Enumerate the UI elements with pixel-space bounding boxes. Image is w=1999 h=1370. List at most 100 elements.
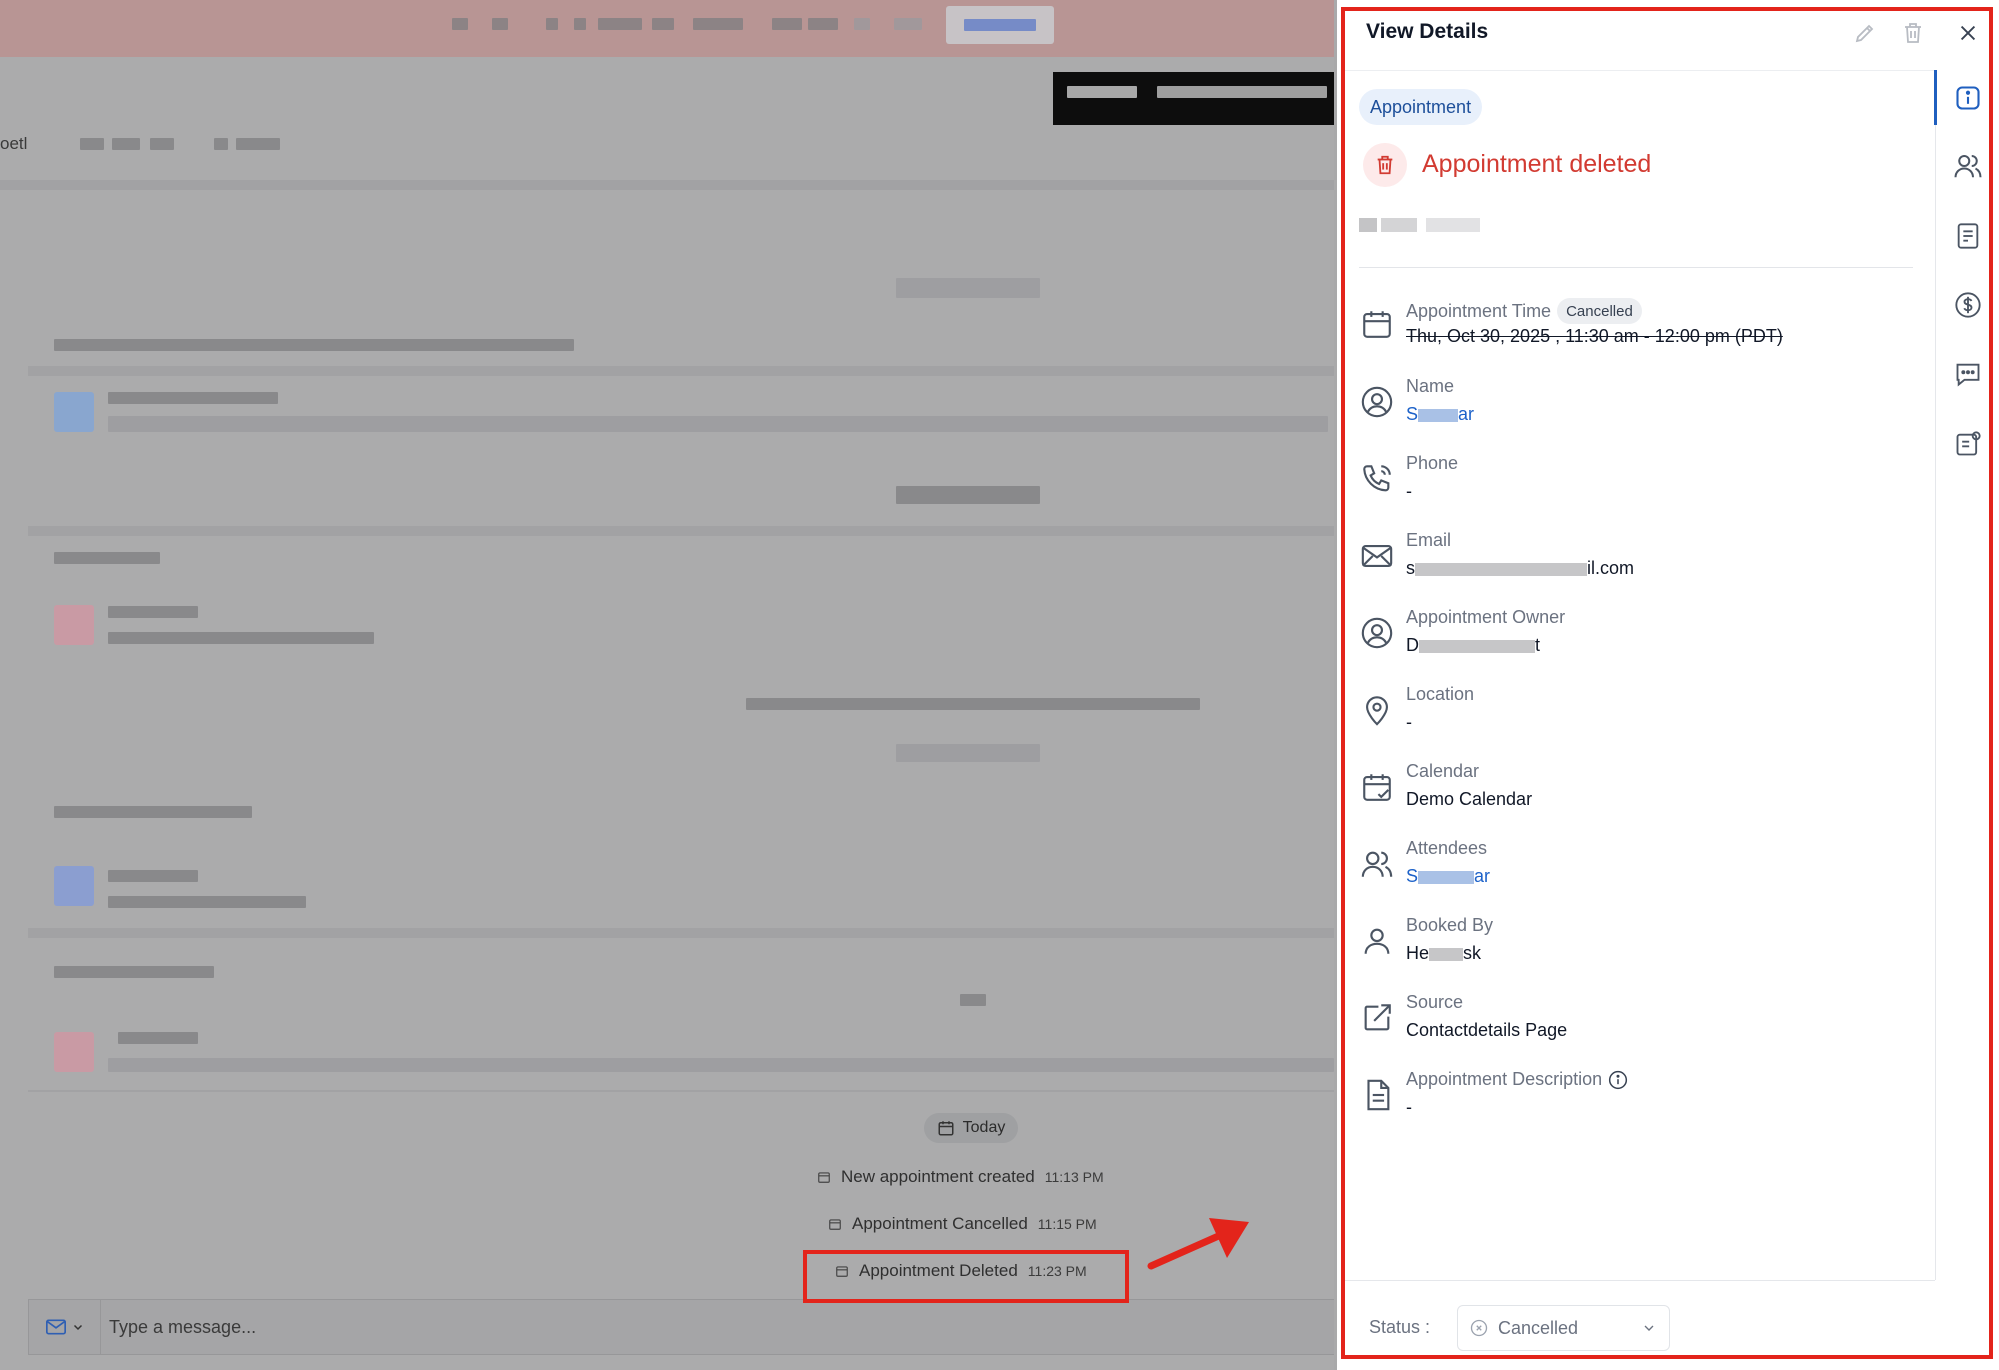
event-time: 11:15 PM [1037,1216,1097,1232]
event-label: Appointment Cancelled [852,1214,1028,1233]
field-location: Location - [1359,684,1919,748]
panel-title: View Details [1366,20,1489,43]
value-prefix: s [1406,558,1415,578]
external-link-icon [1364,1004,1391,1031]
field-label: Appointment Time [1406,300,1552,321]
calendar-icon [818,1172,830,1183]
value-suffix: sk [1463,943,1482,963]
value-suffix: il.com [1587,558,1635,578]
message-composer: Type a message... [28,1299,1334,1355]
activity-event[interactable]: New appointment created 11:13 PM [817,1167,1104,1187]
field-value: - [1406,481,1412,501]
field-description: Appointment Description - [1359,1069,1919,1133]
field-label: Appointment Description [1406,1069,1603,1089]
redacted-text [1381,218,1417,232]
avatar [54,392,94,432]
highlight-box [803,1250,1129,1303]
field-label: Location [1406,684,1475,704]
rail-tab-contacts[interactable] [1952,150,1984,182]
field-email: Email s il.com [1359,530,1919,594]
close-icon [1960,25,1976,41]
pencil-icon [1855,24,1874,43]
chat-icon [1956,363,1980,387]
users-icon [1361,851,1393,877]
deleted-status-icon [1363,143,1407,187]
phone-icon [1363,465,1391,492]
conversation-area: oetl Today New appointment created 11:13… [0,0,1334,1370]
side-rail-divider [1935,70,1936,1280]
document-icon [1367,1079,1390,1111]
value-suffix: ar [1474,866,1491,886]
close-button[interactable] [1953,18,1983,48]
field-label: Source [1406,992,1464,1012]
rail-tab-conversations[interactable] [1952,358,1984,390]
value-suffix: t [1535,635,1541,655]
calendar-check-icon [1363,774,1391,801]
message-input[interactable]: Type a message... [101,1317,256,1338]
rail-tab-details[interactable] [1952,82,1984,114]
contact-name-link[interactable]: Sar [1406,404,1474,425]
edit-button[interactable] [1850,18,1880,48]
field-label: Appointment Owner [1406,607,1566,627]
redaction [1429,947,1464,961]
avatar [54,866,94,906]
x-circle-icon [1470,1319,1488,1337]
field-value: Dt [1406,635,1540,656]
calendar-icon [1363,311,1391,338]
field-appointment-owner: Appointment Owner Dt [1359,607,1919,671]
rail-active-indicator [1934,70,1937,125]
field-value: - [1406,1097,1412,1117]
footer-divider [1345,1280,1935,1281]
field-phone: Phone - [1359,453,1919,517]
banner-button[interactable] [946,6,1054,44]
value-prefix: S [1406,866,1419,886]
left-fragment-text: oetl [0,134,28,153]
activity-event[interactable]: Appointment Cancelled 11:15 PM [828,1214,1097,1234]
rail-tab-tasks[interactable] [1952,428,1984,460]
channel-select-button[interactable] [29,1300,101,1354]
field-label: Email [1406,530,1452,550]
chevron-down-icon [1644,1325,1654,1331]
rail-tab-payments[interactable] [1952,289,1984,321]
field-calendar: Calendar Demo Calendar [1359,761,1919,825]
info-icon[interactable] [1608,1070,1628,1090]
field-value: Contactdetails Page [1406,1020,1568,1040]
field-appointment-time: Appointment Time Cancelled Thu, Oct 30, 2… [1359,298,1919,362]
redaction [1418,408,1459,422]
redaction [1418,870,1475,884]
field-attendees: Attendees Sar [1359,838,1919,902]
field-label: Booked By [1406,915,1494,935]
section-divider [1359,267,1913,268]
field-label: Name [1406,376,1455,396]
avatar [54,605,94,645]
attendee-link[interactable]: Sar [1406,866,1490,887]
field-value: s il.com [1406,558,1634,579]
map-pin-icon [1366,696,1388,726]
value-prefix: D [1406,635,1419,655]
field-value: Demo Calendar [1406,789,1533,809]
status-badge: Cancelled [1557,298,1642,324]
user-circle-icon [1361,617,1393,649]
field-label: Attendees [1406,838,1488,858]
redacted-text [1426,218,1480,232]
note-icon [1957,223,1979,249]
trash-icon [1377,155,1393,175]
panel-header-divider [1345,70,1935,71]
rail-tab-notes[interactable] [1952,220,1984,252]
value-suffix: ar [1458,404,1475,424]
date-chip: Today [924,1113,1018,1143]
chevron-down-icon [73,1324,82,1331]
delete-button[interactable] [1898,18,1928,48]
value-prefix: S [1406,404,1419,424]
trash-icon [1905,23,1921,43]
status-value: Cancelled [1498,1317,1579,1338]
avatar [54,1032,94,1072]
appointment-headline: Appointment deleted [1422,150,1652,178]
field-source: Source Contactdetails Page [1359,992,1919,1056]
event-label: New appointment created [841,1167,1035,1186]
field-label: Calendar [1406,761,1480,781]
redacted-text [1359,218,1377,232]
status-select[interactable]: Cancelled [1457,1305,1670,1351]
user-circle-icon [1361,386,1393,418]
mail-icon [45,1319,66,1335]
